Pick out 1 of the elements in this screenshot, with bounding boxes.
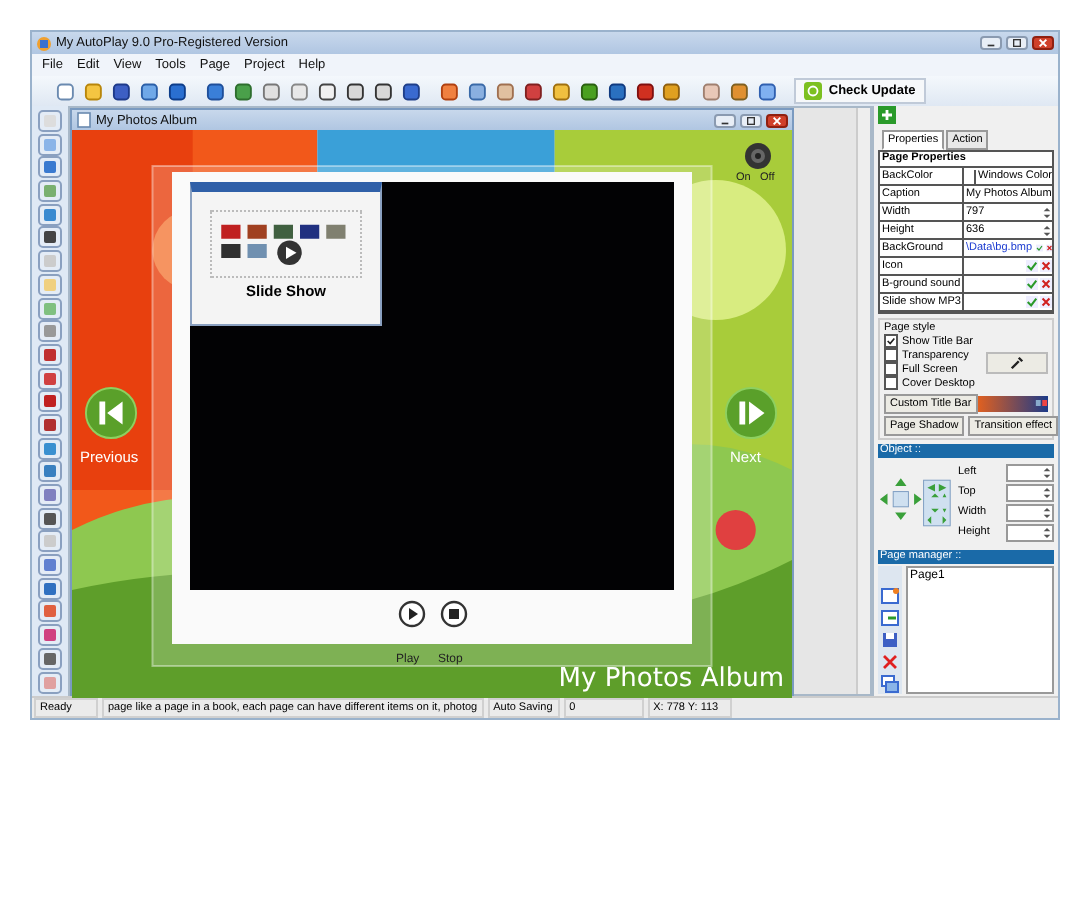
album-title: My Photos Album <box>558 664 784 694</box>
